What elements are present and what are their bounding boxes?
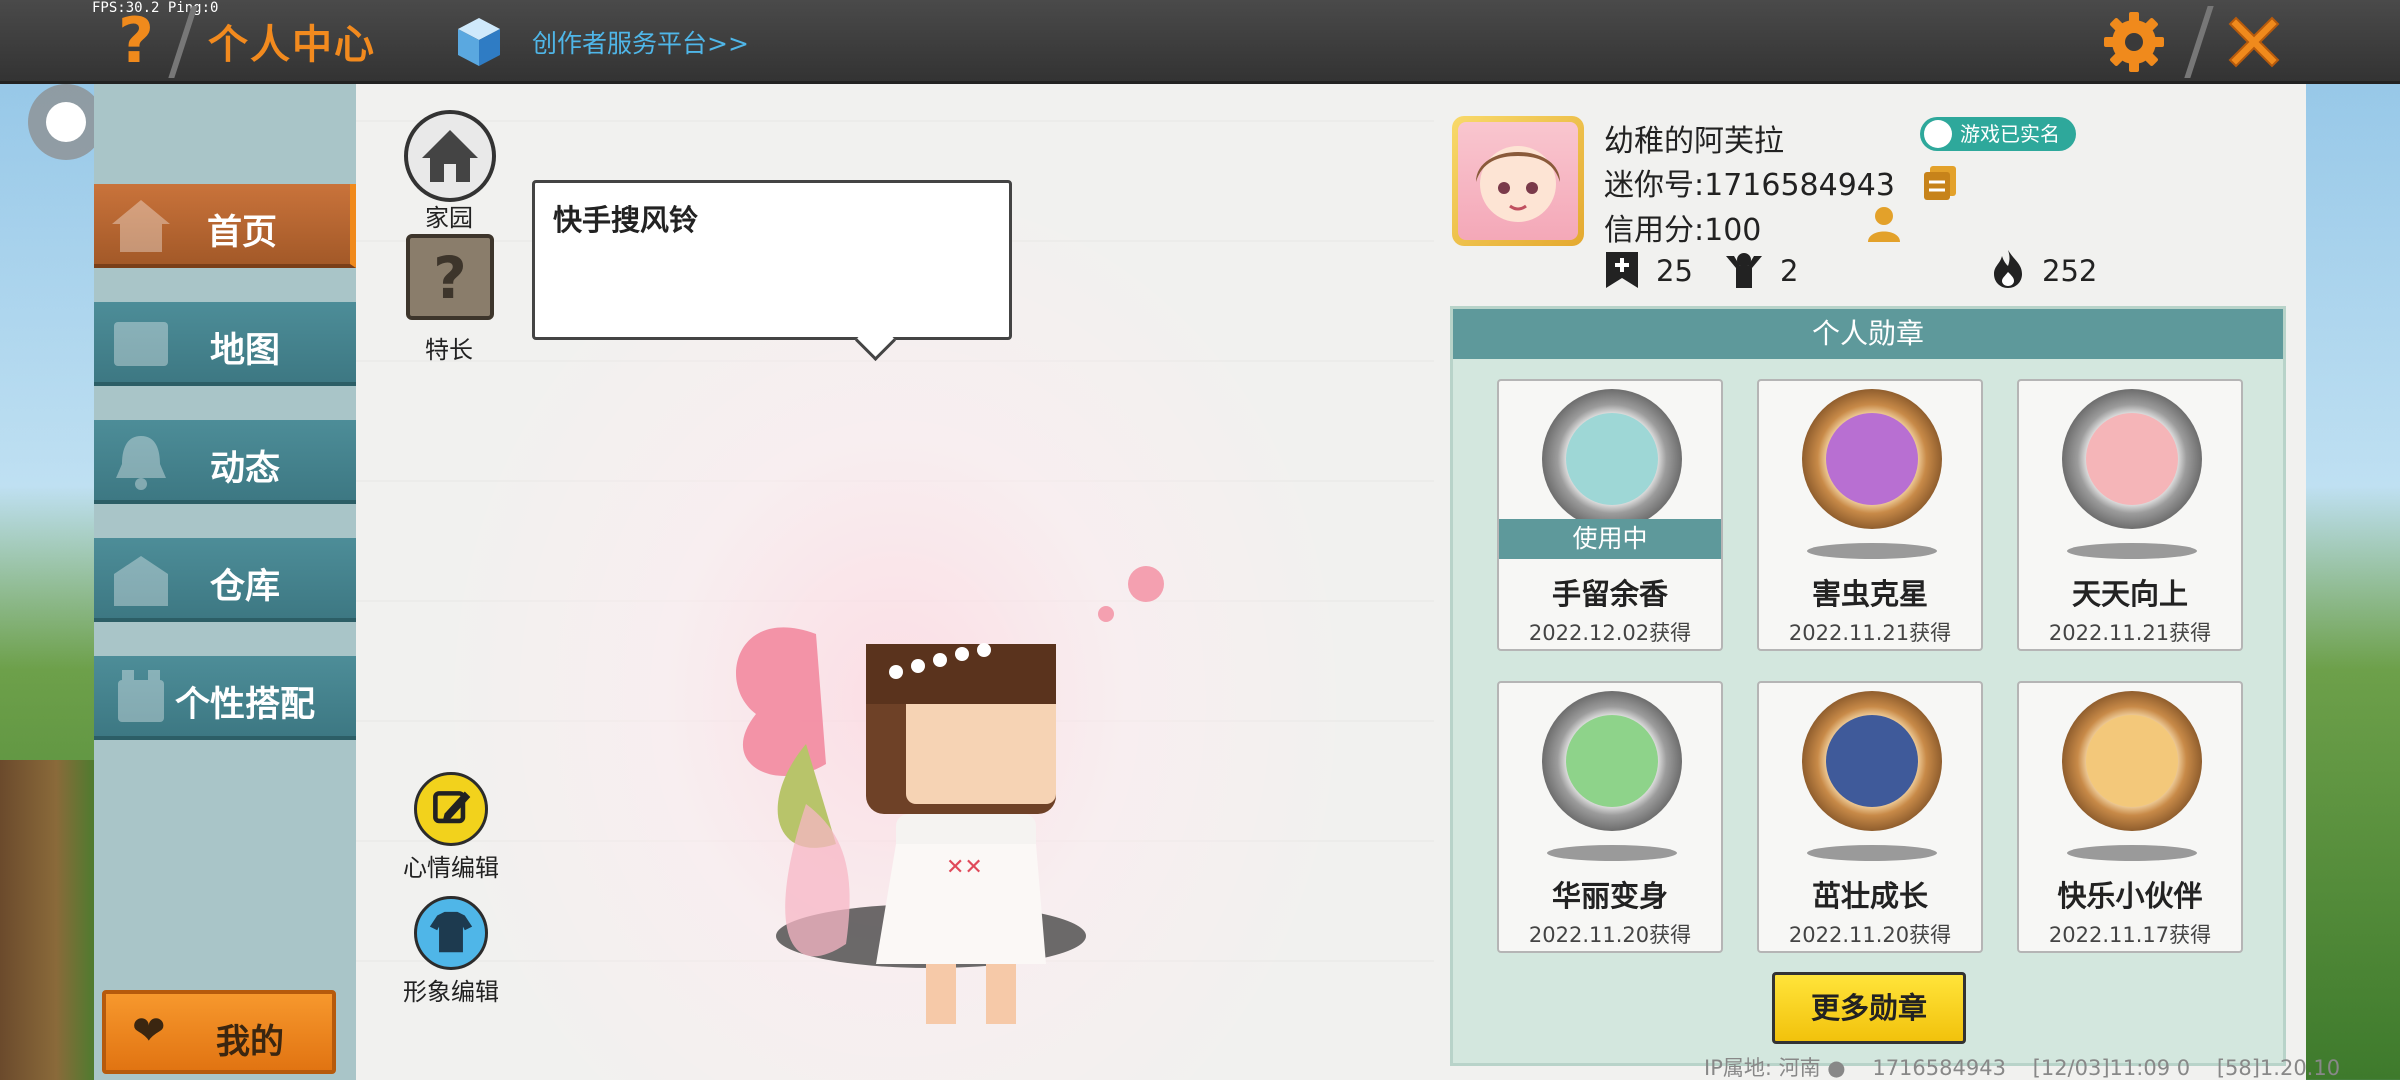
calendar-medal-icon: [2062, 389, 2202, 529]
sidebar-item-feed[interactable]: 动态: [94, 420, 356, 504]
medal-panel: 个人勋章 使用中 手留余香 2022.12.02获得 害虫克星 2022.11.…: [1450, 306, 2286, 1066]
info-icon[interactable]: ●: [1827, 1056, 1845, 1080]
background-scenery: [0, 760, 94, 1080]
medal-pedestal: [2067, 845, 2197, 861]
person-check-icon: [1924, 120, 1952, 148]
sidebar-item-label: 动态: [209, 449, 280, 489]
medal-pedestal: [1807, 543, 1937, 559]
ip-location: IP属地: 河南: [1704, 1056, 1821, 1080]
fans-count: 2: [1780, 254, 1799, 288]
avatar-edit-label: 形象编辑: [403, 978, 499, 1006]
copy-icon[interactable]: [1920, 162, 1960, 202]
heart-icon: ❤: [132, 1008, 166, 1054]
medal-date: 2022.11.20获得: [1788, 923, 1952, 947]
mood-edit-button[interactable]: [414, 772, 488, 846]
footer-uid: 1716584943: [1872, 1056, 2006, 1080]
close-icon[interactable]: [2220, 8, 2288, 76]
mood-speech-bubble[interactable]: 快手搜风铃: [532, 180, 1012, 340]
verified-label: 游戏已实名: [1960, 122, 2060, 146]
avatar: [1476, 146, 1560, 222]
medal-date: 2022.11.21获得: [2048, 621, 2212, 645]
medal-name: 华丽变身: [1551, 879, 1668, 913]
sidebar-item-label: 个性搭配: [174, 685, 315, 725]
avatar-stage: 家园 ? 特长 快手搜风铃 心情编辑 形象编辑 ✕✕: [356, 84, 1434, 1080]
sidebar-item-label: 仓库: [209, 567, 280, 607]
sidebar-item-outfit[interactable]: 个性搭配: [94, 656, 356, 740]
in-use-tag: 使用中: [1499, 519, 1721, 559]
home-button[interactable]: [404, 110, 496, 202]
player-avatar[interactable]: ✕✕: [696, 544, 1196, 1064]
mine-button[interactable]: ❤ 我的: [102, 990, 336, 1074]
sidebar-item-label: 地图: [209, 331, 280, 371]
svg-text:✕✕: ✕✕: [946, 855, 983, 880]
friends-medal-icon: [2062, 691, 2202, 831]
top-bar: FPS:30.2 Ping:0 ? 个人中心 创作者服务平台>>: [0, 0, 2400, 84]
medal-pedestal: [2067, 543, 2197, 559]
medal-name: 手留余香: [1551, 577, 1668, 611]
medal-name: 害虫克星: [1811, 577, 1928, 611]
record-button[interactable]: [28, 84, 104, 160]
frog-medal-icon: [1542, 389, 1682, 529]
mood-text: 快手搜风铃: [553, 203, 699, 237]
credit-person-icon[interactable]: [1864, 204, 1904, 244]
medal-header: 个人勋章: [1453, 309, 2283, 359]
page-title: 个人中心: [208, 22, 376, 68]
home-label: 家园: [425, 204, 473, 232]
talent-button[interactable]: ?: [406, 234, 494, 320]
medal-name: 天天向上: [2071, 577, 2188, 611]
nickname: 幼稚的阿芙拉: [1604, 124, 1784, 159]
creator-platform-link[interactable]: 创作者服务平台>>: [532, 24, 749, 60]
divider: [2184, 6, 2214, 78]
help-button[interactable]: ?: [108, 8, 164, 74]
medal-card[interactable]: 天天向上 2022.11.21获得: [2017, 379, 2243, 651]
sidebar-item-label: 首页: [206, 213, 277, 253]
flame-icon: [1994, 250, 2022, 288]
profile-avatar[interactable]: [1452, 116, 1584, 246]
mood-edit-label: 心情编辑: [403, 854, 499, 882]
medal-date: 2022.11.21获得: [1788, 621, 1952, 645]
sidebar: 首页 地图 动态 仓库 个性搭配 ❤ 我的: [94, 84, 356, 1080]
medal-card[interactable]: 使用中 手留余香 2022.12.02获得: [1497, 379, 1723, 651]
medal-card[interactable]: 快乐小伙伴 2022.11.17获得: [2017, 681, 2243, 953]
mini-id: 迷你号:1716584943: [1604, 168, 1895, 203]
mine-label: 我的: [216, 1022, 284, 1062]
cube-icon[interactable]: [456, 16, 502, 68]
footer-time: [12/03]11:09 0: [2032, 1056, 2191, 1080]
edit-icon: [433, 791, 471, 824]
footer-info: IP属地: 河南 ● 1716584943 [12/03]11:09 0 [58…: [1704, 1052, 2340, 1080]
footer-version: [58]1.20.10: [2216, 1056, 2341, 1080]
sidebar-item-warehouse[interactable]: 仓库: [94, 538, 356, 622]
verified-badge: 游戏已实名: [1920, 117, 2076, 151]
dino-medal-icon: [1542, 691, 1682, 831]
bookmark-icon: [1606, 252, 1638, 288]
divider: [168, 6, 198, 78]
medal-name: 快乐小伙伴: [2057, 879, 2203, 913]
medal-date: 2022.11.20获得: [1528, 923, 1692, 947]
sidebar-item-home[interactable]: 首页: [94, 184, 356, 268]
bug-medal-icon: [1802, 389, 1942, 529]
medal-card[interactable]: 华丽变身 2022.11.20获得: [1497, 681, 1723, 953]
medal-pedestal: [1807, 845, 1937, 861]
house-icon: [422, 130, 478, 182]
credit-score: 信用分:100: [1604, 213, 1762, 248]
medal-date: 2022.11.17获得: [2048, 923, 2212, 947]
medal-name: 茁壮成长: [1811, 879, 1928, 913]
medal-card[interactable]: 茁壮成长 2022.11.20获得: [1757, 681, 1983, 953]
medal-date: 2022.12.02获得: [1528, 621, 1692, 645]
avatar-edit-button[interactable]: [414, 896, 488, 970]
medal-card[interactable]: 害虫克星 2022.11.21获得: [1757, 379, 1983, 651]
medal-pedestal: [1547, 845, 1677, 861]
popularity-count: 252: [2042, 254, 2098, 288]
sidebar-item-map[interactable]: 地图: [94, 302, 356, 386]
bookmark-count: 25: [1656, 254, 1693, 288]
fans-icon: [1726, 253, 1762, 288]
talent-label: 特长: [425, 336, 473, 364]
personal-center-panel: 首页 地图 动态 仓库 个性搭配 ❤ 我的 家园 ? 特长 快手搜风铃 心情编辑…: [94, 84, 2306, 1080]
gear-icon[interactable]: [2100, 8, 2168, 76]
shirt-icon: [429, 911, 473, 953]
more-medals-button[interactable]: 更多勋章: [1772, 972, 1966, 1044]
dragon-medal-icon: [1802, 691, 1942, 831]
